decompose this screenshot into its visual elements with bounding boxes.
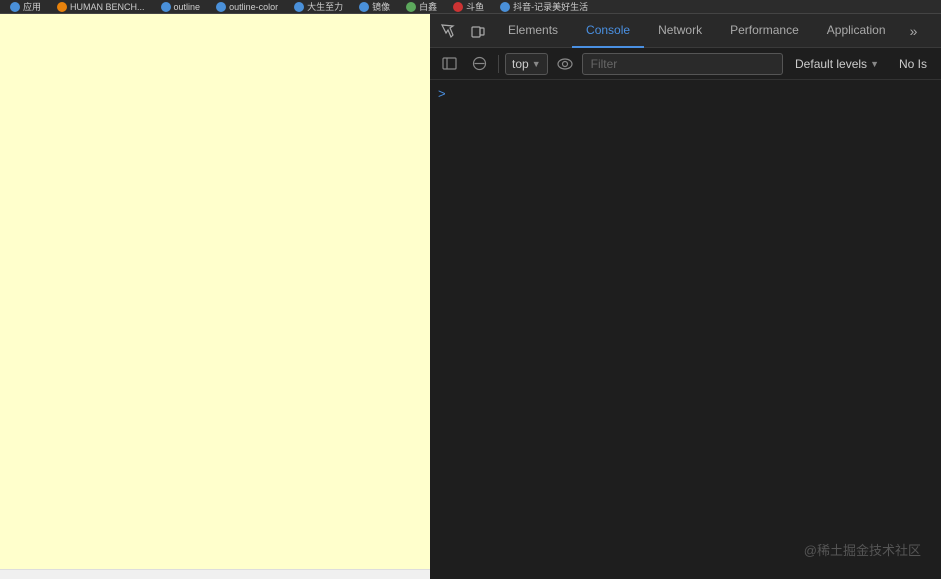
default-levels-label: Default levels [795,57,867,71]
tab-9[interactable]: 抖音-记录美好生活 [494,0,594,14]
tab-8[interactable]: 斗鱼 [447,0,490,14]
devtools-tabs: Elements Console Network Performance App… [494,14,900,47]
tab-icon-outline-color [216,2,226,12]
more-tabs-icon: » [910,23,918,39]
toolbar-separator-1 [498,55,499,73]
tab-5[interactable]: 大生至力 [288,0,349,14]
page-bottom-bar [0,569,430,579]
no-issues-button[interactable]: No Is [891,53,935,75]
context-selector[interactable]: top ▼ [505,53,548,75]
tab-6[interactable]: 镜像 [353,0,396,14]
context-selector-value: top [512,57,529,71]
tab-icon-outline [161,2,171,12]
tab-icon-8 [453,2,463,12]
filter-input[interactable] [582,53,783,75]
tab-application[interactable]: Application [813,14,900,48]
tab-label-7: 白鑫 [419,0,437,13]
main-layout: Elements Console Network Performance App… [0,14,941,579]
no-issues-label: No Is [899,57,927,71]
tab-elements[interactable]: Elements [494,14,572,48]
eye-button[interactable] [552,51,578,77]
context-selector-chevron: ▼ [532,59,541,69]
sidebar-toggle-button[interactable] [436,51,462,77]
tab-label-6: 镜像 [372,0,390,13]
tab-icon-6 [359,2,369,12]
tab-label-outline-color: outline-color [229,2,278,12]
tab-console[interactable]: Console [572,14,644,48]
watermark-text: @稀土掘金技术社区 [804,543,921,558]
tab-elements-label: Elements [508,23,558,37]
tab-icon-app [10,2,20,12]
console-toolbar: top ▼ Default levels ▼ No Is [430,48,941,80]
tab-icon-7 [406,2,416,12]
inspect-element-button[interactable] [434,17,462,45]
page-content-area [0,14,430,579]
tab-console-label: Console [586,23,630,37]
tab-outline-color[interactable]: outline-color [210,0,284,14]
tab-outline[interactable]: outline [155,0,207,14]
default-levels-button[interactable]: Default levels ▼ [787,53,887,75]
tab-icon-9 [500,2,510,12]
tab-list: 应用 HUMAN BENCH... outline outline-color … [4,0,594,14]
tab-performance-label: Performance [730,23,799,37]
tab-application-label: Application [827,23,886,37]
browser-tab-bar: 应用 HUMAN BENCH... outline outline-color … [0,0,941,14]
default-levels-chevron: ▼ [870,59,879,69]
tab-icon-5 [294,2,304,12]
tab-label-app: 应用 [23,0,41,13]
tab-app[interactable]: 应用 [4,0,47,14]
tab-label-5: 大生至力 [307,0,343,13]
tab-network[interactable]: Network [644,14,716,48]
tab-label-8: 斗鱼 [466,0,484,13]
more-tabs-button[interactable]: » [902,17,926,45]
console-output[interactable]: > @稀土掘金技术社区 [430,80,941,579]
tab-icon-bench [57,2,67,12]
clear-console-button[interactable] [466,51,492,77]
tab-label-outline: outline [174,2,201,12]
console-prompt-line: > [438,84,933,103]
tab-bench[interactable]: HUMAN BENCH... [51,0,151,14]
devtools-header: Elements Console Network Performance App… [430,14,941,48]
watermark: @稀土掘金技术社区 [804,540,921,559]
device-toolbar-button[interactable] [464,17,492,45]
prompt-arrow: > [438,86,446,101]
tab-network-label: Network [658,23,702,37]
tab-label-bench: HUMAN BENCH... [70,2,145,12]
tab-performance[interactable]: Performance [716,14,813,48]
devtools-panel: Elements Console Network Performance App… [430,14,941,579]
tab-7[interactable]: 白鑫 [400,0,443,14]
tab-label-9: 抖音-记录美好生活 [513,0,588,13]
